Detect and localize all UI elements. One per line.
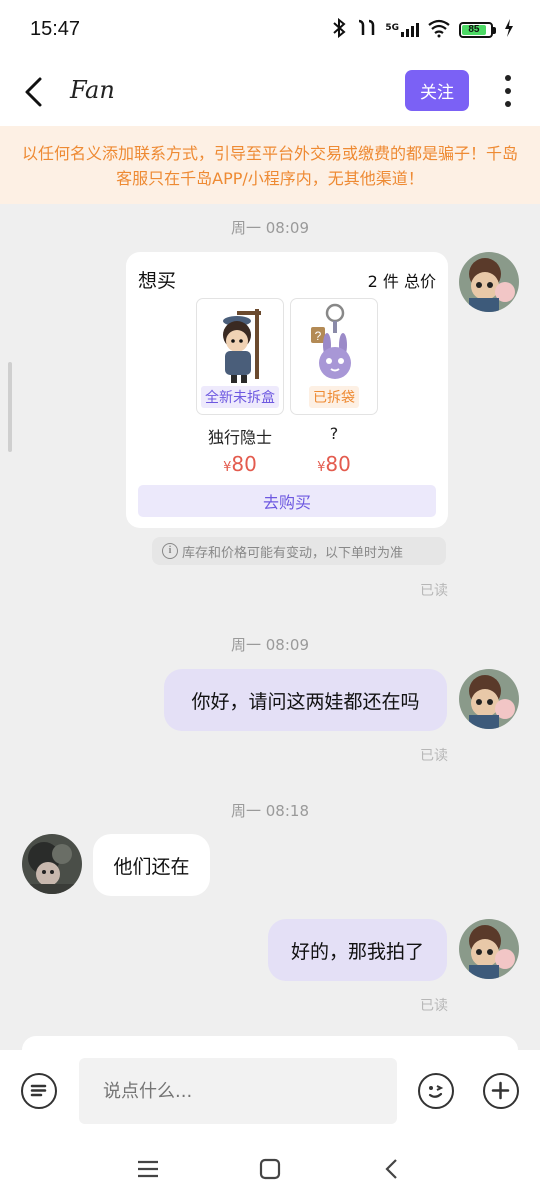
system-navigation-bar (0, 1138, 540, 1202)
contact-message-bubble[interactable]: 他们还在 (93, 834, 210, 896)
card-title: 想买 (138, 270, 177, 292)
more-options-button[interactable] (494, 72, 522, 110)
back-button[interactable] (18, 74, 54, 110)
emoji-icon (428, 1085, 444, 1098)
emoji-button[interactable] (418, 1073, 454, 1109)
add-attachment-button[interactable] (483, 1073, 519, 1109)
chevron-left-icon (385, 1159, 397, 1179)
price-value: 80 (231, 452, 257, 476)
battery-level: 85 (462, 25, 486, 35)
fraud-warning-banner: 以任何名义添加联系方式，引导至平台外交易或缴费的都是骗子！千岛客服只在千岛APP… (0, 126, 540, 204)
my-message-bubble[interactable]: 你好，请问这两娃都还在吗 (164, 669, 447, 731)
more-dot-icon (505, 101, 511, 107)
product-price: ¥80 (196, 452, 284, 476)
message-timestamp: 周一 08:09 (231, 636, 309, 654)
home-button[interactable] (255, 1154, 285, 1184)
my-message-bubble[interactable]: 好的，那我拍了 (268, 919, 447, 981)
product-tag: 全新未拆盒 (201, 386, 279, 408)
price-value: 80 (325, 452, 351, 476)
product-thumbnail[interactable]: 全新未拆盒 (196, 298, 284, 415)
bluetooth-icon (331, 17, 347, 42)
square-icon (259, 1158, 281, 1180)
message-timestamp: 周一 08:18 (231, 802, 309, 820)
follow-button[interactable]: 关注 (405, 70, 469, 111)
chat-header: Fan 关注 (0, 62, 540, 126)
charging-icon (504, 19, 514, 41)
my-avatar[interactable] (459, 669, 519, 729)
wifi-icon (427, 18, 451, 42)
message-timestamp: 周一 08:09 (231, 219, 309, 237)
my-avatar[interactable] (459, 919, 519, 979)
back-arrow-icon (25, 77, 42, 107)
earbuds-icon (355, 18, 377, 42)
product-thumbnail[interactable]: ? 已拆袋 (290, 298, 378, 415)
figure-image (223, 309, 261, 383)
scrollbar[interactable] (8, 362, 12, 452)
svg-text:?: ? (315, 329, 322, 343)
notice-text: 库存和价格可能有变动，以下单时为准 (182, 545, 404, 561)
product-name: ? (329, 424, 339, 443)
network-label: 5G (385, 23, 399, 33)
product-price: ¥80 (290, 452, 378, 476)
stock-price-notice: i 库存和价格可能有变动，以下单时为准 (152, 537, 446, 565)
battery-icon: 85 (459, 22, 496, 38)
product-tag: 已拆袋 (309, 386, 359, 408)
purchase-request-card[interactable]: 想买 2 件 总价 全新未拆盒 独行隐士 ¥80 ? 已拆袋 ? ¥80 去购买 (126, 252, 448, 528)
status-icons: 5G 85 (331, 17, 514, 42)
contact-avatar[interactable] (22, 834, 82, 894)
read-receipt: 已读 (420, 748, 448, 764)
read-receipt: 已读 (420, 998, 448, 1014)
plus-icon (491, 1081, 510, 1100)
keychain-figure-image: ? (311, 303, 351, 379)
status-bar: 15:47 5G 85 (0, 0, 540, 62)
signal-icon: 5G (385, 23, 419, 37)
product-name: 独行隐士 (207, 428, 272, 447)
recent-apps-button[interactable] (133, 1154, 163, 1184)
system-back-button[interactable] (377, 1154, 407, 1184)
quick-reply-button[interactable] (21, 1073, 57, 1109)
menu-icon (138, 1160, 158, 1178)
status-time: 15:47 (30, 18, 81, 40)
more-dot-icon (505, 75, 511, 81)
menu-lines-icon (30, 1084, 47, 1097)
go-buy-button[interactable]: 去购买 (138, 485, 436, 517)
message-input[interactable] (79, 1058, 397, 1124)
my-avatar[interactable] (459, 252, 519, 312)
info-icon: i (162, 543, 178, 559)
read-receipt: 已读 (420, 583, 448, 599)
more-dot-icon (505, 88, 511, 94)
card-item-count: 2 件 总价 (367, 272, 436, 291)
contact-name[interactable]: Fan (70, 76, 115, 104)
message-composer (0, 1050, 540, 1138)
